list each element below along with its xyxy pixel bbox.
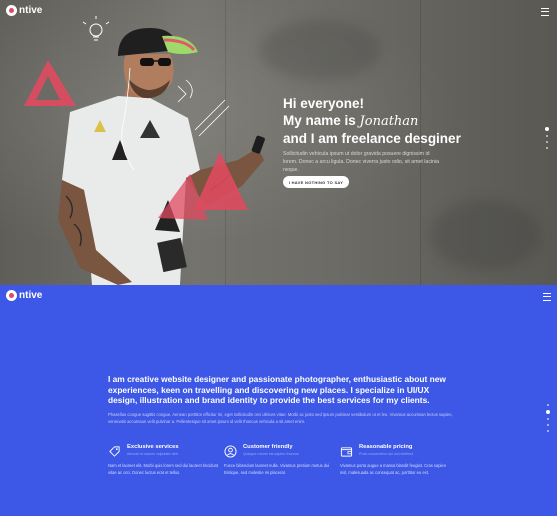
- wallet-icon: [340, 447, 353, 457]
- logo-mark-icon: [6, 290, 17, 301]
- lightbulb-doodle-icon: [82, 16, 110, 41]
- about-lead-text: I am creative website designer and passi…: [108, 374, 446, 405]
- cta-button[interactable]: I HAVE NOTHING TO SAY: [283, 176, 349, 188]
- user-circle-icon: [224, 445, 237, 458]
- tattoo-lines: [65, 173, 231, 247]
- section-dot[interactable]: [547, 404, 549, 406]
- feature-title: Reasonable pricing: [359, 444, 413, 450]
- hero-section: ntive Hi everyone! My name is Jonathan a…: [0, 0, 557, 285]
- feature-title: Exclusive services: [127, 444, 179, 450]
- hero-greeting: Hi everyone!: [283, 96, 365, 111]
- wall-seam: [225, 0, 226, 285]
- hero-name-prefix: My name is: [283, 113, 360, 128]
- menu-hamburger-icon[interactable]: [541, 8, 549, 16]
- feature-desc: Fusce bibendum laoreet nulla. Vivamus pr…: [224, 463, 330, 475]
- logo-mark-icon: [6, 5, 17, 16]
- feature-desc: Vivamus porta augue a massa blandit feug…: [340, 463, 446, 475]
- wall-stain: [430, 200, 540, 270]
- hero-subtext: Sollicitudin vehicula ipsum ut dolor gra…: [283, 151, 439, 173]
- logo-text: ntive: [19, 5, 43, 16]
- deco-triangle-red: [24, 60, 76, 106]
- slide-dot[interactable]: [546, 141, 548, 143]
- slide-dot[interactable]: [545, 127, 549, 131]
- logo-text: ntive: [19, 290, 43, 301]
- section-dot[interactable]: [546, 410, 550, 414]
- earphone-wire: [121, 67, 135, 171]
- tag-icon: [109, 446, 120, 457]
- hero-role: and I am freelance desginer: [283, 131, 461, 146]
- feature-title: Customer friendly: [243, 444, 293, 450]
- about-section: ntive I am creative website designer and…: [0, 285, 557, 516]
- slide-dot[interactable]: [546, 147, 548, 149]
- hero-slide-dots: [545, 127, 549, 149]
- tshirt-print: [94, 120, 187, 273]
- hero-name: Jonathan: [359, 114, 419, 129]
- menu-hamburger-icon[interactable]: [543, 293, 551, 301]
- section-dot[interactable]: [547, 430, 549, 432]
- deco-triangle-red: [158, 174, 208, 220]
- section-dot[interactable]: [547, 424, 549, 426]
- feature-subtitle: Aenean id mauris vulputate nibh: [127, 452, 179, 456]
- feature-desc: Nam et laoreet elit. Morbi quis lorem se…: [108, 463, 219, 475]
- section-nav-dots: [546, 404, 550, 432]
- phone-in-hand: [251, 135, 265, 154]
- slide-dot[interactable]: [546, 135, 548, 137]
- cap: [118, 28, 178, 56]
- deco-triangle-cut: [36, 76, 60, 100]
- section-dot[interactable]: [547, 418, 549, 420]
- feature-subtitle: Proin consectetur dui orci eleifend: [359, 452, 414, 456]
- site-logo[interactable]: ntive: [6, 290, 42, 301]
- hero-name-line: My name is Jonathan: [283, 112, 461, 130]
- about-body-text: Phasellus congue sagittis congue. Aenean…: [108, 412, 453, 424]
- hero-headline: Hi everyone! My name is Jonathan and I a…: [283, 95, 461, 147]
- site-logo[interactable]: ntive: [6, 5, 42, 16]
- sunglasses: [140, 58, 154, 66]
- doodle-lines: [177, 79, 230, 137]
- wall-stain: [260, 20, 380, 80]
- deco-triangle-red: [194, 152, 248, 210]
- feature-subtitle: Quisque rutrum est sapien rhoncus: [243, 452, 299, 456]
